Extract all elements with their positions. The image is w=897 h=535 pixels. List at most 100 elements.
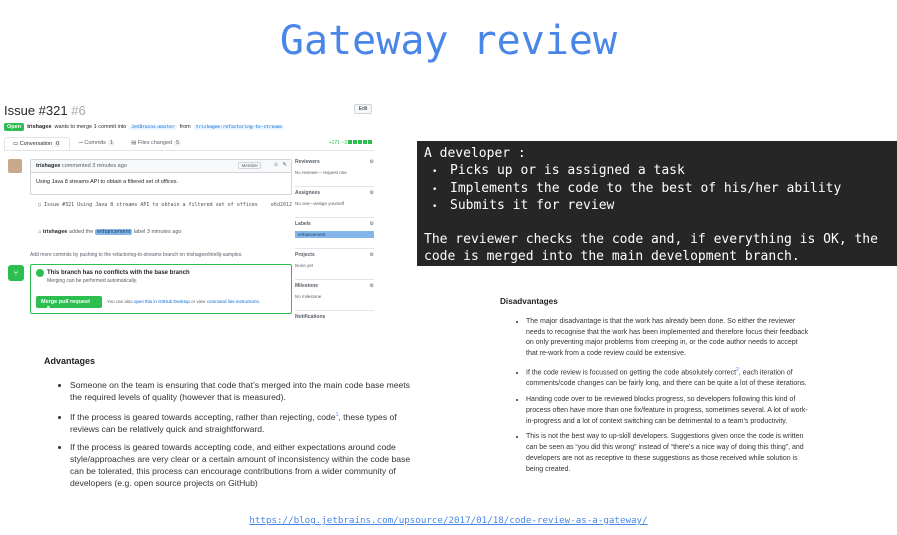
commit-sha[interactable]: e6d2012 [271, 202, 292, 208]
definition-intro: A developer : [424, 146, 526, 161]
source-link[interactable]: https://blog.jetbrains.com/upsource/2017… [0, 515, 897, 526]
push-note: Add more commits by pushing to the refac… [30, 252, 243, 258]
commit-message[interactable]: Issue #321 Using Java 8 streams API to o… [44, 202, 258, 208]
comment-author[interactable]: trishagee [36, 163, 60, 169]
chat-icon: ▭ [13, 141, 20, 147]
issue-number: #6 [71, 103, 86, 118]
git-merge-icon: ⑂ [8, 265, 24, 281]
list-item-text: If the code review is focussed on gettin… [526, 369, 737, 377]
issue-author[interactable]: trishagee [27, 124, 51, 130]
sidebar-heading: Labels [295, 221, 311, 227]
check-icon [36, 269, 44, 277]
list-item: Handing code over to be reviewed blocks … [526, 395, 810, 427]
list-item: If the process is geared towards accepti… [70, 409, 414, 435]
sidebar-projects[interactable]: Projects ⚙ None yet [295, 252, 374, 280]
sidebar-value: No reviews— request one [295, 170, 347, 175]
diffstat-text: +171 −3 [328, 140, 347, 146]
advantages-list: Someone on the team is ensuring that cod… [44, 379, 414, 489]
sidebar-heading: Reviewers [295, 159, 320, 165]
tab-commits[interactable]: ⊸ Commits 1 [70, 137, 123, 150]
sidebar-heading: Milestone [295, 283, 319, 289]
sidebar-heading: Assignees [295, 190, 321, 196]
avatar[interactable] [8, 159, 22, 173]
sidebar-labels[interactable]: Labels ⚙ enhancement [295, 221, 374, 249]
definition-conclusion-line2: code is merged into the main development… [424, 248, 800, 264]
diffstat: +171 −3 [329, 140, 372, 146]
comment-box: trishagee commented 3 minutes ago Member… [30, 159, 292, 195]
tab-count: 1 [108, 140, 116, 146]
gear-icon[interactable]: ⚙ [370, 159, 374, 165]
commit-entry: ○ Issue #321 Using Java 8 streams API to… [38, 202, 292, 208]
sidebar-value: No milestone [295, 294, 322, 299]
tab-label: Conversation [19, 141, 53, 147]
pr-sidebar: Reviewers ⚙ No reviews— request one Assi… [295, 159, 374, 345]
pencil-icon[interactable]: ✎ [282, 162, 287, 168]
merge-alternatives: You can also open this in GitHub Desktop… [107, 299, 260, 304]
label-event-suffix: label 3 minutes ago [133, 229, 182, 235]
sidebar-assignees[interactable]: Assignees ⚙ No one—assign yourself [295, 190, 374, 218]
merge-pull-request-button[interactable]: Merge pull request ▾ [36, 296, 102, 311]
sidebar-heading: Notifications [295, 314, 326, 320]
from-text: from [179, 124, 191, 130]
comment-header: trishagee commented 3 minutes ago Member… [31, 160, 291, 173]
sidebar-label-pill[interactable]: enhancement [295, 231, 374, 238]
list-item: The major disadvantage is that the work … [526, 317, 810, 360]
merge-alt-prefix: You can also [107, 299, 133, 304]
list-item-text: If the process is geared towards accepti… [70, 411, 336, 422]
comment-body: Using Java 8 streams API to obtain a fil… [36, 179, 179, 185]
emoji-reaction-icon[interactable]: ☺ [273, 162, 279, 168]
gear-icon[interactable]: ⚙ [370, 283, 374, 289]
gear-icon[interactable]: ⚙ [370, 190, 374, 196]
disadvantages-section: Disadvantages The major disadvantage is … [500, 297, 810, 480]
label-event: ⌂ trishagee added the enhancement label … [38, 229, 181, 235]
sidebar-reviewers[interactable]: Reviewers ⚙ No reviews— request one [295, 159, 374, 187]
tab-count: 0 [54, 141, 62, 147]
tab-files-changed[interactable]: ▤ Files changed 5 [123, 137, 189, 150]
tab-conversation[interactable]: ▭ Conversation 0 [4, 137, 71, 150]
status-badge: Open [4, 123, 25, 131]
command-line-link[interactable]: command line instructions. [207, 299, 260, 304]
merge-box: This branch has no conflicts with the ba… [30, 264, 292, 314]
edit-button[interactable]: Edit [354, 104, 372, 114]
list-item: This is not the best way to up-skill dev… [526, 432, 810, 475]
gear-icon[interactable]: ⚙ [370, 221, 374, 227]
definition-bullet: Picks up or is assigned a task [424, 163, 890, 181]
head-branch[interactable]: trishagee:refactoring-to-streams [193, 124, 285, 130]
merge-subtitle: Merging can be performed automatically. [47, 278, 138, 284]
file-diff-icon: ▤ [131, 140, 138, 146]
slide-title: Gateway review [279, 18, 618, 64]
list-item: Someone on the team is ensuring that cod… [70, 379, 414, 403]
advantages-heading: Advantages [44, 356, 96, 366]
pr-tabs: ▭ Conversation 0 ⊸ Commits 1 ▤ Files chang… [4, 137, 374, 151]
sidebar-value: None yet [295, 263, 314, 268]
comment-time: commented 3 minutes ago [62, 163, 127, 169]
sidebar-value: No one—assign yourself [295, 201, 345, 206]
sidebar-heading: Projects [295, 252, 315, 258]
github-desktop-link[interactable]: open this in GitHub Desktop [134, 299, 190, 304]
sidebar-milestone[interactable]: Milestone ⚙ No milestone [295, 283, 374, 311]
definition-bullet: Submits it for review [424, 198, 890, 216]
tab-label: Files changed [137, 140, 173, 146]
base-branch[interactable]: JetBrains:master [129, 124, 177, 130]
issue-title: Issue #321 #6 [4, 103, 86, 118]
sidebar-notifications[interactable]: Notifications [295, 314, 374, 342]
merge-title: This branch has no conflicts with the ba… [47, 270, 190, 276]
issue-meta: Open trishagee wants to merge 1 commit i… [4, 121, 374, 133]
definition-bullet: Implements the code to the best of his/h… [424, 181, 890, 199]
github-pr-screenshot: Issue #321 #6 Edit Open trishagee wants … [4, 100, 374, 322]
label-event-author[interactable]: trishagee [43, 229, 67, 235]
gear-icon[interactable]: ⚙ [370, 252, 374, 258]
list-item: If the code review is focussed on gettin… [526, 365, 810, 390]
chevron-down-icon[interactable]: ▾ [47, 305, 50, 311]
definition-conclusion-line1: The reviewer checks the code and, if eve… [424, 232, 878, 248]
definition-box: A developer : Picks up or is assigned a … [417, 141, 897, 266]
tab-count: 5 [174, 140, 182, 146]
tab-label: Commits [84, 140, 107, 146]
issue-title-text: Issue #321 [4, 103, 68, 118]
label-event-action: added the [68, 229, 94, 235]
disadvantages-heading: Disadvantages [500, 297, 558, 306]
label-pill[interactable]: enhancement [94, 229, 133, 235]
issue-meta-text: wants to merge 1 commit into [54, 124, 127, 130]
list-item: If the process is geared towards accepti… [70, 441, 414, 489]
advantages-section: Advantages Someone on the team is ensuri… [44, 355, 414, 495]
